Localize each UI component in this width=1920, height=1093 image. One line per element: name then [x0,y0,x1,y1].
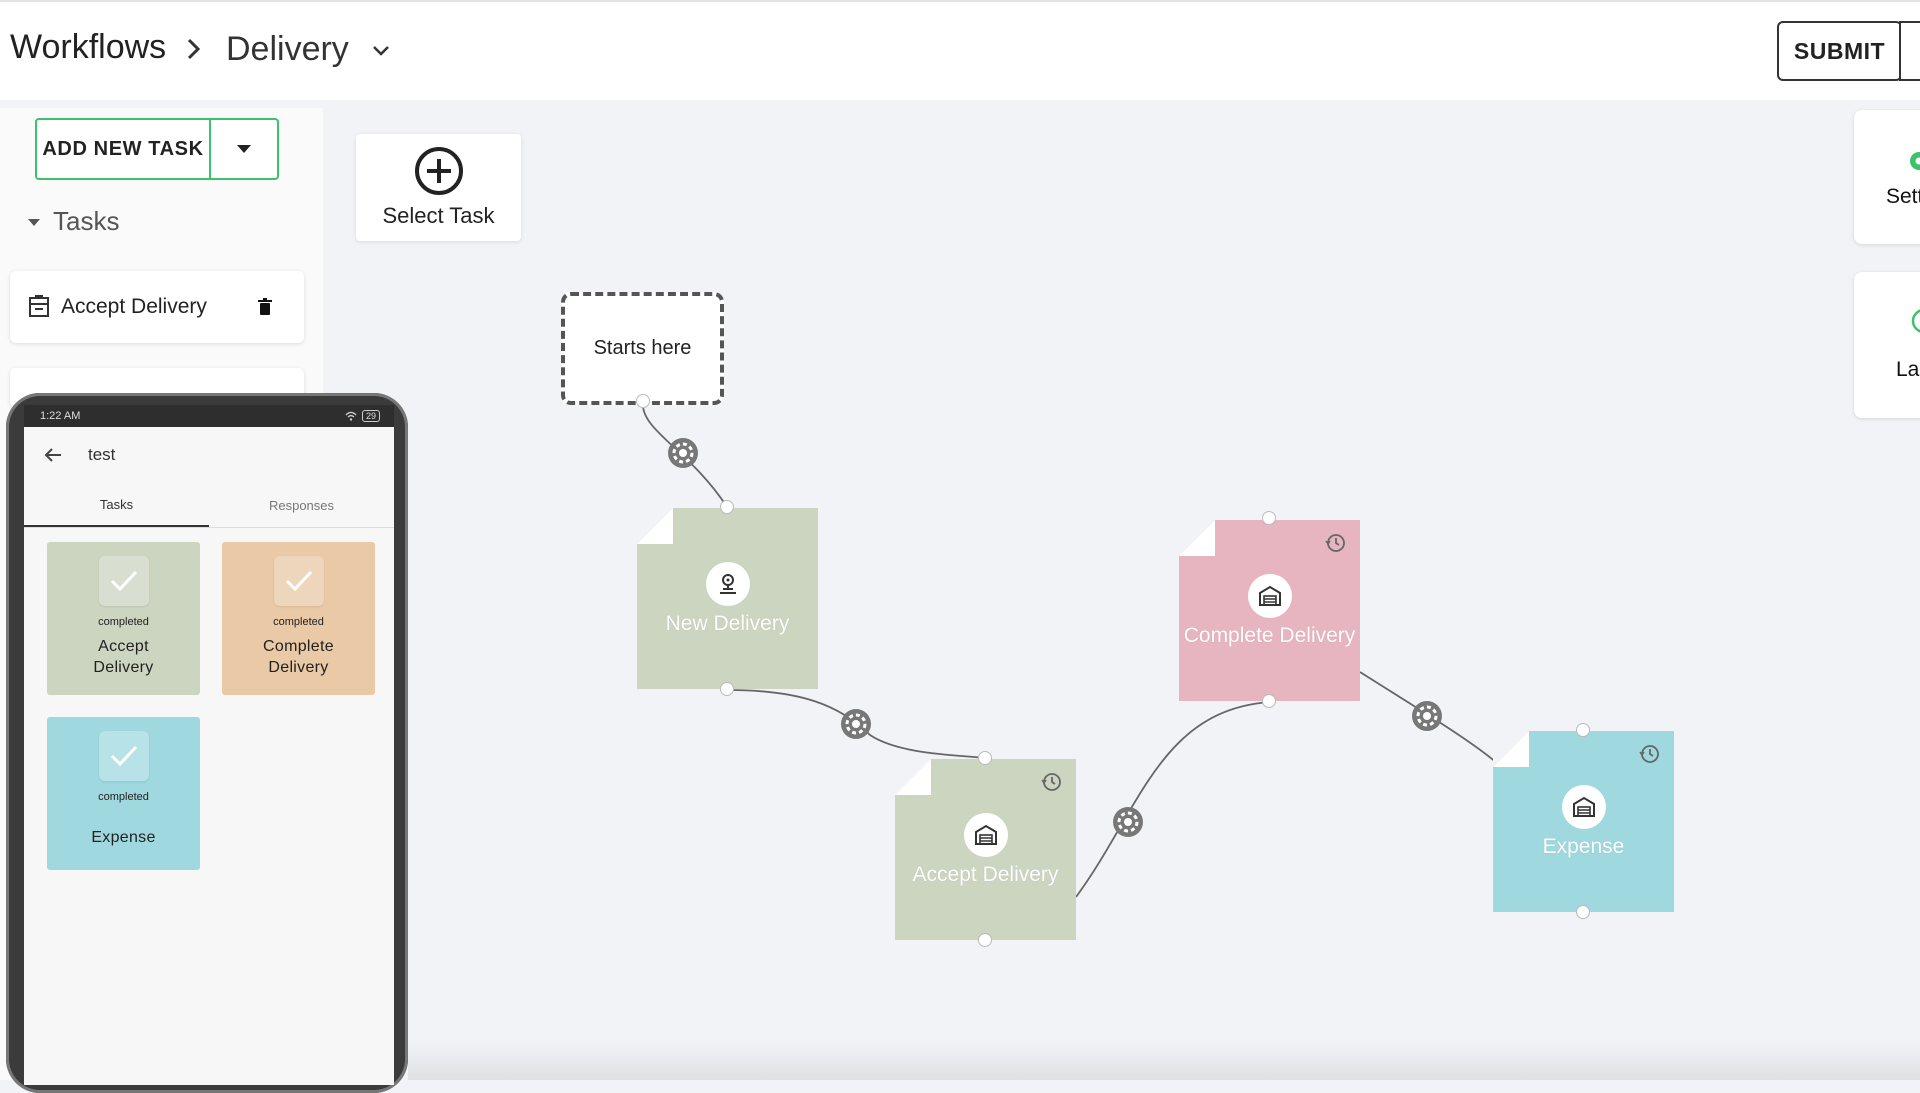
tile-name: Accept Delivery [79,636,169,678]
settings-label: Sett [1886,185,1920,209]
node-input-port[interactable] [720,500,734,514]
tile-name: Complete Delivery [254,636,344,678]
check-icon [274,556,324,606]
node-label: Accept Delivery [913,863,1059,887]
phone-task-tile[interactable]: completed Complete Delivery [222,542,375,695]
breadcrumb-delivery: Delivery [226,30,349,69]
node-input-port[interactable] [1576,723,1590,737]
start-output-port[interactable] [636,394,650,408]
trash-icon[interactable] [258,298,272,316]
tab-tasks[interactable]: Tasks [24,483,209,527]
node-input-port[interactable] [1262,511,1276,525]
history-icon [1324,532,1346,554]
status-icons: 29 [345,410,380,422]
check-icon [99,556,149,606]
canvas-bottom-shade [408,1040,1920,1080]
task-node-new-delivery[interactable]: New Delivery [637,508,818,689]
back-arrow-icon[interactable] [42,444,64,466]
gear-icon[interactable] [1411,700,1443,732]
node-label: Expense [1543,835,1625,859]
tile-status: completed [98,791,149,803]
phone-app-bar: test [24,427,394,483]
gear-icon[interactable] [667,437,699,469]
task-node-accept-delivery[interactable]: Accept Delivery [895,759,1076,940]
page-fold [1179,520,1215,556]
tasks-section-toggle[interactable]: Tasks [27,206,119,237]
phone-title: test [88,445,115,465]
task-list-item[interactable]: Accept Delivery [10,271,304,343]
battery-icon: 29 [362,410,380,422]
node-output-port[interactable] [1262,694,1276,708]
task-label: Accept Delivery [61,295,258,319]
warehouse-icon [1562,785,1606,829]
submit-button[interactable]: SUBMIT [1777,21,1902,81]
caret-down-icon [235,143,253,155]
task-node-complete-delivery[interactable]: Complete Delivery [1179,520,1360,701]
breadcrumb-workflows[interactable]: Workflows [10,28,166,67]
node-label: Complete Delivery [1184,624,1356,648]
connector-accept-complete [1076,702,1270,897]
plus-circle-icon [414,146,464,196]
add-new-task-label[interactable]: ADD NEW TASK [37,120,211,178]
tile-status: completed [273,616,324,628]
location-person-icon [706,562,750,606]
check-icon [99,731,149,781]
check-circle-icon [1910,308,1920,334]
warehouse-icon [964,813,1008,857]
add-new-task-button[interactable]: ADD NEW TASK [35,118,279,180]
gear-icon[interactable] [1112,806,1144,838]
phone-preview-screen: 1:22 AM 29 test Tasks Responses complete… [24,405,394,1085]
page-fold [637,508,673,544]
page-fold [1493,731,1529,767]
node-label: New Delivery [666,612,790,636]
settings-panel-button[interactable]: Sett [1854,110,1920,244]
history-icon [1040,771,1062,793]
launch-panel-button[interactable]: La [1854,272,1920,418]
phone-time: 1:22 AM [40,410,80,422]
node-input-port[interactable] [978,751,992,765]
node-output-port[interactable] [1576,905,1590,919]
page-fold [895,759,931,795]
delivery-box-icon [27,294,53,320]
phone-tabs: Tasks Responses [24,483,394,528]
history-icon [1638,743,1660,765]
select-task-label: Select Task [356,203,521,229]
task-node-expense[interactable]: Expense [1493,731,1674,912]
tab-responses[interactable]: Responses [209,483,394,527]
phone-task-tile[interactable]: completed Accept Delivery [47,542,200,695]
gear-icon[interactable] [840,708,872,740]
caret-down-icon [27,217,41,227]
tile-name: Expense [91,827,155,848]
node-output-port[interactable] [978,933,992,947]
warehouse-icon [1248,574,1292,618]
submit-options-button[interactable] [1899,21,1920,81]
tile-status: completed [98,616,149,628]
phone-task-tile[interactable]: completed Expense [47,717,200,870]
la-label: La [1896,358,1919,382]
select-task-button[interactable]: Select Task [356,134,521,241]
wifi-icon [345,411,357,421]
node-output-port[interactable] [720,682,734,696]
phone-status-bar: 1:22 AM 29 [24,405,394,427]
chevron-right-icon [184,34,204,64]
start-node[interactable]: Starts here [561,292,724,405]
tasks-heading: Tasks [53,206,119,237]
add-task-dropdown-button[interactable] [211,120,277,178]
gear-icon [1906,148,1920,174]
chevron-down-icon[interactable] [370,40,392,62]
